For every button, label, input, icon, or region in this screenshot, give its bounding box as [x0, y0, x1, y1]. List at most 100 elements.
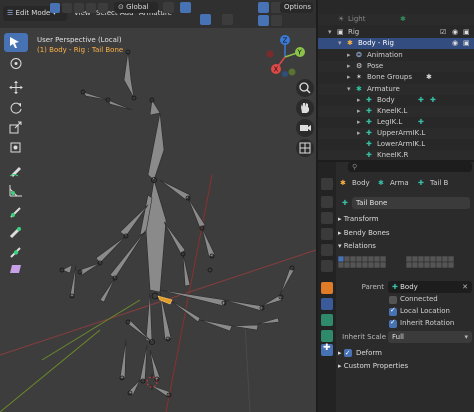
select-cursor-icon: [10, 37, 19, 48]
expand-arrow-icon: ▾: [338, 39, 342, 47]
animation-icon: ❂: [356, 51, 362, 59]
panel-transform[interactable]: ▸ Transform: [338, 213, 474, 226]
pivot-icon[interactable]: [163, 2, 174, 13]
visibility-check-icon[interactable]: ☑: [440, 27, 446, 38]
outliner-row-bone-legik-l[interactable]: ▸ ✚ LegIK.L ✚: [318, 117, 474, 128]
outliner-row-animation[interactable]: ▸ ❂ Animation: [318, 50, 474, 61]
tool-select-box[interactable]: [4, 33, 28, 52]
breadcrumb-armature[interactable]: Arma: [390, 179, 409, 187]
outliner-label: Body - Rig: [358, 39, 394, 47]
bone-layers-grid[interactable]: [338, 256, 472, 272]
tool-annotate[interactable]: [4, 161, 28, 180]
outliner-row-body-rig[interactable]: ▾ ✱ Body - Rig ◉ ▣: [318, 38, 474, 49]
tab-world[interactable]: [321, 260, 333, 272]
hand-pan-icon: [301, 103, 309, 113]
camera-render-icon[interactable]: ▣: [463, 38, 470, 49]
orientation-dropdown[interactable]: ⊙ Global: [114, 2, 158, 13]
tab-output[interactable]: [321, 212, 333, 224]
inherit-scale-dropdown[interactable]: Full ▾: [388, 331, 472, 343]
panel-bendy-bones[interactable]: ▸ Bendy Bones: [338, 227, 474, 240]
search-icon: ⚲: [352, 163, 358, 171]
outliner-row-rig[interactable]: ▾ ▣ Rig ☑ ◉ ▣: [318, 27, 474, 38]
breadcrumb-object[interactable]: Body: [352, 179, 370, 187]
tab-constraints[interactable]: [321, 314, 333, 326]
tool-rotate[interactable]: [4, 98, 28, 117]
camera-icon: [300, 125, 311, 131]
selected-tail-bone: [157, 295, 173, 305]
properties-tabs: ✚: [318, 162, 336, 412]
outliner-row-bone-kneeik-r[interactable]: ✚ KneeIK.R: [318, 150, 474, 160]
tab-scene[interactable]: [321, 244, 333, 256]
panel-title: Deform: [355, 349, 383, 357]
outliner-row-bone-body[interactable]: ▸ ✚ Body ✚ ✚: [318, 95, 474, 106]
outliner-row-light[interactable]: ☀ Light ✱: [318, 14, 474, 25]
tab-object[interactable]: [321, 282, 333, 294]
select-subtract-icon[interactable]: [74, 3, 84, 13]
bone-name-value: Tail Bone: [356, 199, 388, 207]
bone-icon: ✚: [366, 140, 372, 148]
outliner-row-bone-groups[interactable]: ▸ ✶ Bone Groups ✱: [318, 72, 474, 83]
armature-bones: [61, 51, 295, 398]
eye-icon[interactable]: ◉: [452, 27, 458, 38]
panel-relations[interactable]: ▾ Relations: [338, 240, 474, 253]
tool-move[interactable]: [4, 78, 28, 97]
pan-button[interactable]: [296, 99, 314, 117]
tab-tool[interactable]: [321, 178, 333, 190]
snap-icon[interactable]: [180, 2, 191, 13]
tab-armature-data[interactable]: [321, 330, 333, 342]
group-icon: ✱: [426, 73, 432, 81]
panel-custom-properties[interactable]: ▸ Custom Properties: [338, 360, 474, 373]
tool-transform[interactable]: [4, 138, 28, 157]
panel-deform[interactable]: ▸ Deform: [338, 347, 474, 360]
tab-render[interactable]: [321, 196, 333, 208]
select-invert-icon[interactable]: [86, 3, 96, 13]
select-extend-icon[interactable]: [62, 3, 72, 13]
inherit-rotation-checkbox[interactable]: [389, 318, 397, 328]
shading-material-icon[interactable]: [271, 15, 282, 26]
outliner-row-armature[interactable]: ▾ ✱ Armature: [318, 84, 474, 95]
tool-cursor[interactable]: [4, 54, 28, 73]
breadcrumb-bone[interactable]: Tail B: [430, 179, 448, 187]
properties-search[interactable]: ⚲: [348, 162, 472, 172]
tab-physics[interactable]: [321, 298, 333, 310]
outliner-row-bone-lowerarmik-l[interactable]: ✚ LowerArmIK.L: [318, 139, 474, 150]
x-mirror-icon[interactable]: [200, 14, 211, 25]
clear-x-icon[interactable]: ✕: [462, 281, 468, 293]
panel-title: Transform: [343, 215, 379, 223]
outliner-row-bone-upperarmik-l[interactable]: ▸ ✚ UpperArmIK.L: [318, 128, 474, 139]
3d-viewport[interactable]: ☰ Edit Mode ▾ View Select Add Armature ⊙…: [0, 0, 316, 412]
gizmo-z-label: Z: [283, 37, 288, 45]
expand-arrow-icon: ▸: [357, 129, 361, 137]
bone-name-field[interactable]: Tail Bone: [352, 197, 470, 209]
local-location-checkbox[interactable]: [389, 306, 397, 316]
camera-view-button[interactable]: [296, 119, 314, 137]
overlay-toggle-icon[interactable]: [258, 2, 269, 13]
tool-roll[interactable]: [4, 203, 28, 222]
shading-solid-icon[interactable]: [258, 15, 269, 26]
ortho-toggle-button[interactable]: [296, 139, 314, 157]
eye-icon[interactable]: ◉: [452, 38, 458, 49]
bone-icon: ✚: [366, 96, 372, 104]
parent-field[interactable]: ✚ Body ✕: [388, 281, 472, 293]
zoom-button[interactable]: [296, 79, 314, 97]
tool-bone-size[interactable]: [4, 223, 28, 242]
navigation-gizmo[interactable]: Z Y X: [262, 34, 308, 80]
chevron-right-icon: ▸: [338, 362, 342, 370]
tab-bone[interactable]: ✚: [321, 343, 333, 356]
outliner-row-bone-kneelk-l[interactable]: ▸ ✚ KneelK.L: [318, 106, 474, 117]
tab-view-layer[interactable]: [321, 228, 333, 240]
tool-measure[interactable]: [4, 181, 28, 200]
connected-checkbox[interactable]: [389, 296, 397, 304]
deform-checkbox[interactable]: [343, 347, 352, 360]
tool-shear[interactable]: [4, 259, 28, 278]
outliner-label: Pose: [367, 62, 384, 70]
properties-editor: ✚ ⚲ ✱ Body ✱ Arma ✚ Tail B ✚ Tail Bone ▸…: [318, 162, 474, 412]
select-box-icon[interactable]: [50, 3, 60, 13]
gizmo-x-label: X: [274, 66, 279, 74]
tool-scale[interactable]: [4, 118, 28, 137]
gizmo-toggle-icon[interactable]: [222, 14, 233, 25]
select-intersect-icon[interactable]: [98, 3, 108, 13]
outliner-row-pose[interactable]: ▸ ⚙ Pose: [318, 61, 474, 72]
options-dropdown[interactable]: Options: [280, 2, 313, 13]
camera-render-icon[interactable]: ▣: [463, 27, 470, 38]
